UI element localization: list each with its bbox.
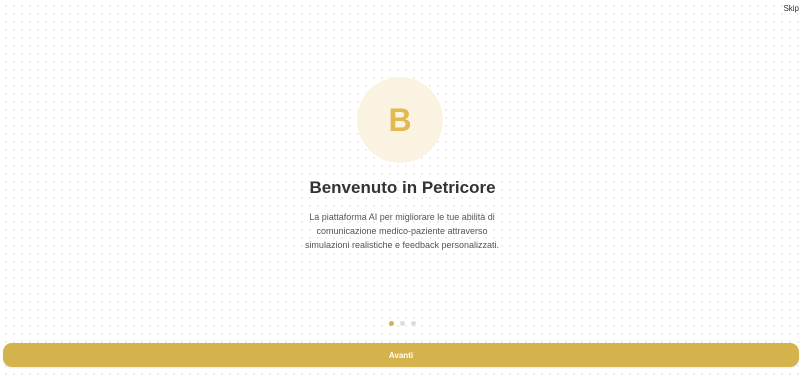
pagination-dot-2[interactable]	[400, 321, 405, 326]
page-title: Benvenuto in Petricore	[309, 178, 496, 197]
pagination-dot-3[interactable]	[411, 321, 416, 326]
avatar-letter: B	[388, 101, 412, 138]
pagination-dots	[0, 321, 805, 326]
skip-button[interactable]: Skip	[783, 4, 799, 13]
next-button[interactable]: Avanti	[3, 343, 799, 367]
avatar: B	[357, 77, 443, 163]
pagination-dot-1[interactable]	[389, 321, 394, 326]
page-description: La piattaforma AI per migliorare le tue …	[304, 212, 500, 250]
onboarding-screen: Skip B Benvenuto in Petricore La piattaf…	[0, 0, 805, 380]
